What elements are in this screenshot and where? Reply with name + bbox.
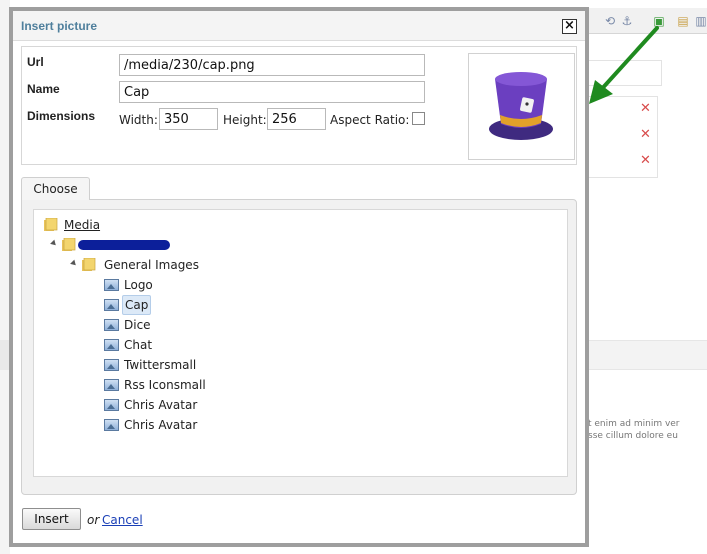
insert-button[interactable]: Insert	[22, 508, 81, 530]
delete-icon[interactable]: ✕	[640, 128, 651, 142]
tree-node-label: Logo	[124, 278, 153, 292]
picture-preview	[468, 53, 575, 160]
name-input[interactable]	[119, 81, 425, 103]
screen: ⟲ ⚓ ▣ ▤ ▥ ✕ ✕ ✕ t enim ad minim ver sse …	[0, 0, 707, 554]
height-label: Height:	[223, 113, 267, 127]
image-icon	[104, 419, 119, 431]
expander-icon[interactable]	[50, 239, 58, 248]
tree-node-label: General Images	[104, 258, 199, 272]
tab-choose[interactable]: Choose	[21, 177, 90, 200]
delete-icon[interactable]: ✕	[640, 154, 651, 168]
insert-picture-dialog: Insert picture × Url Name Dimensions Wid…	[9, 7, 589, 547]
url-label: Url	[27, 55, 44, 69]
expander-icon[interactable]	[70, 259, 78, 268]
folder-icon	[82, 258, 96, 271]
tree-node-label: Rss Iconsmall	[124, 378, 206, 392]
width-label: Width:	[119, 113, 158, 127]
redacted-label	[78, 240, 170, 250]
background-text: sse cillum dolore eu	[588, 431, 678, 441]
background-text: t enim ad minim ver	[588, 419, 680, 429]
tree-node-label: Dice	[124, 318, 151, 332]
tree-node-label: Chris Avatar	[124, 418, 198, 432]
image-icon	[104, 319, 119, 331]
height-input[interactable]	[267, 108, 326, 130]
image-icon	[104, 379, 119, 391]
annotation-arrow	[589, 26, 659, 104]
aspect-ratio-checkbox[interactable]	[412, 112, 425, 125]
dimensions-label: Dimensions	[27, 109, 96, 123]
url-input[interactable]	[119, 54, 425, 76]
tree-node-label: Cap	[122, 295, 152, 315]
choose-panel: Media General Images Logo Cap Dice Chat …	[21, 199, 577, 495]
hat-image	[489, 72, 553, 140]
close-icon[interactable]: ×	[562, 19, 577, 34]
tree-node-label: Media	[64, 218, 101, 232]
name-label: Name	[27, 82, 60, 96]
tree-node-label: Chat	[124, 338, 153, 352]
image-icon	[104, 279, 119, 291]
image-icon	[104, 359, 119, 371]
picture-properties: Url Name Dimensions Width: Height: Aspec…	[21, 46, 577, 165]
tree-node-label: Chris Avatar	[124, 398, 198, 412]
toolbar-icon[interactable]: ▤	[676, 14, 690, 28]
folder-icon	[62, 238, 76, 251]
background-band	[588, 340, 707, 370]
aspect-ratio-label: Aspect Ratio:	[330, 113, 410, 127]
width-input[interactable]	[159, 108, 218, 130]
folder-icon	[44, 218, 58, 231]
cancel-link[interactable]: Cancel	[102, 513, 143, 527]
media-tree: Media General Images Logo Cap Dice Chat …	[33, 209, 568, 477]
or-text: or	[87, 513, 100, 527]
image-icon	[104, 339, 119, 351]
dialog-titlebar: Insert picture ×	[13, 11, 585, 41]
image-icon	[104, 299, 119, 311]
dialog-title: Insert picture	[21, 19, 98, 33]
toolbar-icon[interactable]: ▥	[694, 14, 707, 28]
image-icon	[104, 399, 119, 411]
tree-node-label: Twittersmall	[124, 358, 197, 372]
